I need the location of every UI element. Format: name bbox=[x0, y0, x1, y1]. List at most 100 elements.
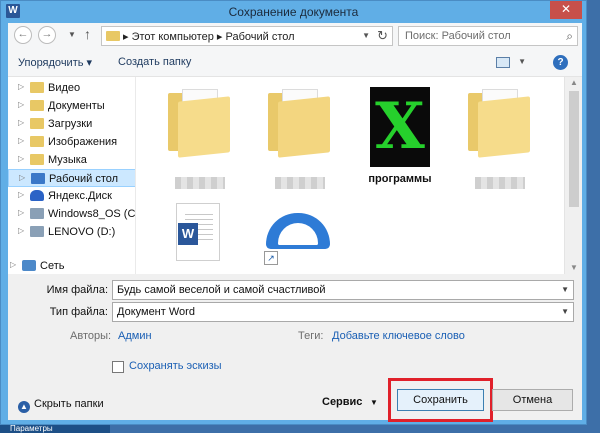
sidebar-item-label: Документы bbox=[48, 100, 105, 112]
up-icon[interactable]: ↑ bbox=[84, 26, 91, 42]
chevron-down-icon[interactable]: ▼ bbox=[561, 307, 569, 316]
chevron-down-icon[interactable]: ▼ bbox=[561, 285, 569, 294]
breadcrumb-desktop[interactable]: Рабочий стол bbox=[225, 31, 294, 43]
expand-icon[interactable]: ▷ bbox=[19, 173, 25, 182]
hide-folders-label: Скрыть папки bbox=[34, 398, 104, 410]
new-folder-button[interactable]: Создать папку bbox=[118, 56, 191, 68]
word-icon: W bbox=[178, 223, 198, 245]
sidebar-item-yandex-disk[interactable]: ▷ Яндекс.Диск bbox=[8, 187, 135, 205]
sidebar-item-images[interactable]: ▷ Изображения bbox=[8, 133, 135, 151]
filename-value: Будь самой веселой и самой счастливой bbox=[117, 284, 326, 296]
authors-value[interactable]: Админ bbox=[118, 330, 152, 342]
sidebar-item-music[interactable]: ▷ Музыка bbox=[8, 151, 135, 169]
sidebar-item-label: Изображения bbox=[48, 136, 118, 148]
tags-label: Теги: bbox=[298, 330, 324, 342]
sidebar-item-label: Windows8_OS (C bbox=[48, 208, 136, 220]
title-bar[interactable]: W Сохранение документа ✕ bbox=[1, 1, 586, 22]
yandex-disk-shortcut-item[interactable]: ↗ bbox=[260, 199, 340, 274]
drive-icon bbox=[30, 226, 44, 237]
expand-icon[interactable]: ▷ bbox=[18, 100, 24, 109]
service-button[interactable]: Сервис bbox=[322, 396, 362, 408]
folder-icon bbox=[468, 89, 530, 158]
address-dropdown-icon[interactable]: ▼ bbox=[362, 31, 370, 40]
word-document-item[interactable]: W bbox=[160, 199, 240, 274]
address-bar[interactable]: ▸ Этот компьютер ▸ Рабочий стол ▼ ↻ bbox=[101, 26, 393, 46]
filetype-select[interactable]: Документ Word ▼ bbox=[112, 302, 574, 322]
folder-icon bbox=[268, 89, 330, 158]
expand-icon[interactable]: ▷ bbox=[18, 208, 24, 217]
folder-item[interactable] bbox=[260, 81, 340, 189]
sidebar-item-network[interactable]: ▷ Сеть bbox=[8, 257, 135, 274]
close-button[interactable]: ✕ bbox=[550, 1, 582, 19]
sidebar-item-label: Рабочий стол bbox=[49, 173, 119, 185]
navigation-bar: ← → ▼ ↑ ▸ Этот компьютер ▸ Рабочий стол … bbox=[8, 23, 582, 49]
expand-icon[interactable]: ▷ bbox=[10, 260, 16, 269]
scroll-up-icon[interactable]: ▲ bbox=[570, 78, 578, 87]
recent-locations-dropdown-icon[interactable]: ▼ bbox=[68, 30, 76, 39]
save-button[interactable]: Сохранить bbox=[397, 389, 484, 411]
expand-icon[interactable]: ▷ bbox=[18, 190, 24, 199]
sidebar-item-drive-d[interactable]: ▷ LENOVO (D:) bbox=[8, 223, 135, 241]
blurred-filename bbox=[175, 177, 225, 189]
sidebar-item-desktop[interactable]: ▷ Рабочий стол bbox=[8, 169, 135, 187]
background-taskbar-label: Параметры bbox=[0, 425, 110, 433]
folder-icon bbox=[30, 136, 44, 147]
service-dropdown-icon[interactable]: ▼ bbox=[370, 398, 378, 407]
blurred-filename bbox=[475, 177, 525, 189]
scrollbar-thumb[interactable] bbox=[569, 91, 579, 207]
breadcrumb-this-pc[interactable]: Этот компьютер bbox=[132, 31, 214, 43]
sidebar-item-label: Загрузки bbox=[48, 118, 93, 130]
filetype-label: Тип файла: bbox=[49, 306, 108, 318]
programs-item[interactable]: X программы bbox=[360, 81, 440, 185]
scroll-down-icon[interactable]: ▼ bbox=[570, 263, 578, 272]
folder-icon bbox=[30, 154, 44, 165]
drive-icon bbox=[30, 208, 44, 219]
view-options-icon[interactable] bbox=[496, 57, 510, 68]
folder-icon bbox=[168, 89, 230, 158]
sidebar-item-label: Яндекс.Диск bbox=[48, 190, 112, 202]
sidebar-item-label: Музыка bbox=[48, 154, 87, 166]
window-title: Сохранение документа bbox=[228, 5, 359, 19]
save-thumbnails-label[interactable]: Сохранять эскизы bbox=[129, 360, 222, 372]
authors-label: Авторы: bbox=[70, 330, 112, 342]
folder-icon bbox=[30, 100, 44, 111]
sidebar-item-video[interactable]: ▷ Видео bbox=[8, 79, 135, 97]
view-dropdown-icon[interactable]: ▼ bbox=[518, 57, 526, 66]
hide-folders-button[interactable]: ▲ Скрыть папки bbox=[18, 398, 104, 413]
tags-input[interactable]: Добавьте ключевое слово bbox=[332, 330, 465, 342]
forward-icon[interactable]: → bbox=[38, 26, 56, 44]
expand-icon[interactable]: ▷ bbox=[18, 118, 24, 127]
shortcut-arrow-icon: ↗ bbox=[264, 251, 278, 265]
help-icon[interactable]: ? bbox=[553, 55, 568, 70]
network-icon bbox=[22, 260, 36, 271]
expand-icon[interactable]: ▷ bbox=[18, 82, 24, 91]
sidebar-item-label: Сеть bbox=[40, 260, 65, 272]
save-dialog-window: W Сохранение документа ✕ ← → ▼ ↑ ▸ Этот … bbox=[0, 0, 587, 425]
expand-icon[interactable]: ▷ bbox=[18, 154, 24, 163]
file-label: программы bbox=[368, 173, 432, 185]
save-thumbnails-checkbox[interactable] bbox=[112, 361, 124, 373]
refresh-icon[interactable]: ↻ bbox=[377, 28, 388, 44]
expand-icon[interactable]: ▷ bbox=[18, 136, 24, 145]
search-input[interactable]: Поиск: Рабочий стол ⌕ bbox=[398, 26, 578, 46]
expand-icon[interactable]: ▷ bbox=[18, 226, 24, 235]
back-icon[interactable]: ← bbox=[14, 26, 32, 44]
sidebar-item-downloads[interactable]: ▷ Загрузки bbox=[8, 115, 135, 133]
yandex-disk-icon bbox=[30, 190, 44, 201]
folder-item[interactable] bbox=[160, 81, 240, 189]
organize-button[interactable]: Упорядочить ▾ bbox=[18, 56, 92, 69]
search-icon[interactable]: ⌕ bbox=[566, 29, 573, 44]
x-logo-icon: X bbox=[370, 87, 430, 167]
breadcrumb: ▸ Этот компьютер ▸ Рабочий стол bbox=[123, 31, 295, 43]
folder-item[interactable] bbox=[460, 81, 540, 189]
toolbar: Упорядочить ▾ Создать папку ▼ ? bbox=[8, 49, 582, 77]
sidebar-item-documents[interactable]: ▷ Документы bbox=[8, 97, 135, 115]
sidebar-item-label: Видео bbox=[48, 82, 81, 94]
vertical-scrollbar[interactable]: ▲ ▼ bbox=[564, 77, 582, 274]
cancel-button[interactable]: Отмена bbox=[492, 389, 573, 411]
file-list-view[interactable]: X программы W ↗ bbox=[136, 77, 564, 274]
desktop-folder-icon bbox=[31, 173, 45, 184]
filetype-value: Документ Word bbox=[117, 306, 195, 318]
filename-field[interactable]: Будь самой веселой и самой счастливой ▼ bbox=[112, 280, 574, 300]
sidebar-item-drive-c[interactable]: ▷ Windows8_OS (C bbox=[8, 205, 136, 223]
